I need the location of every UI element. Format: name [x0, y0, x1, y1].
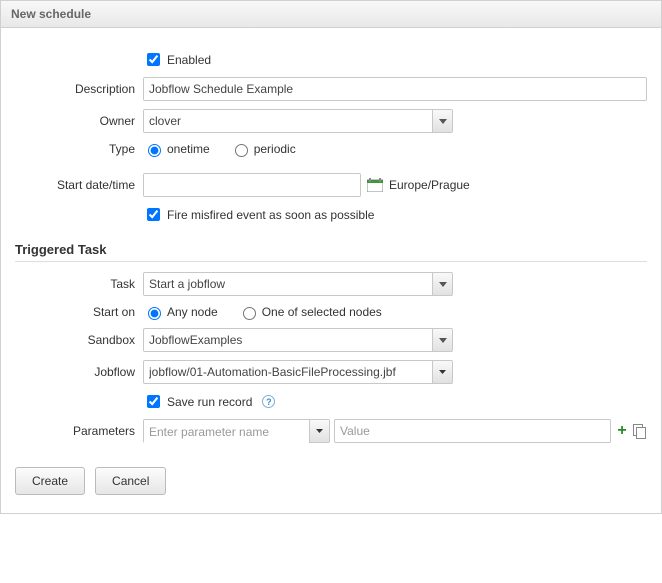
description-input[interactable] [143, 77, 647, 101]
triangle-down-icon [316, 429, 323, 433]
chevron-down-icon [439, 338, 447, 343]
chevron-down-icon [439, 119, 447, 124]
jobflow-select[interactable] [143, 360, 453, 384]
help-icon[interactable]: ? [262, 395, 275, 408]
type-periodic-radio[interactable]: periodic [230, 141, 296, 157]
owner-label: Owner [15, 114, 143, 128]
starton-any-radio[interactable]: Any node [143, 304, 218, 320]
section-divider [15, 261, 647, 262]
new-schedule-panel: New schedule Enabled Description Owner [0, 0, 662, 514]
fire-misfired-label: Fire misfired event as soon as possible [167, 208, 374, 222]
enabled-checkbox[interactable]: Enabled [143, 50, 211, 69]
param-name-dropdown-button[interactable] [309, 420, 329, 442]
starton-label: Start on [15, 305, 143, 319]
parameters-label: Parameters [15, 424, 143, 438]
create-button[interactable]: Create [15, 467, 85, 495]
panel-body: Enabled Description Owner [1, 28, 661, 513]
type-label: Type [15, 142, 143, 156]
copy-parameter-icon[interactable] [633, 424, 647, 438]
chevron-down-icon [439, 282, 447, 287]
startdate-input[interactable] [143, 173, 361, 197]
calendar-icon[interactable] [367, 178, 383, 192]
enabled-input[interactable] [147, 53, 160, 66]
add-parameter-icon[interactable]: + [615, 424, 629, 438]
param-name-select[interactable] [143, 419, 330, 443]
panel-title: New schedule [1, 1, 661, 28]
save-record-checkbox[interactable]: Save run record [143, 392, 252, 411]
startdate-label: Start date/time [15, 178, 143, 192]
timezone-text: Europe/Prague [389, 178, 470, 192]
task-label: Task [15, 277, 143, 291]
owner-dropdown-button[interactable] [432, 110, 452, 132]
sandbox-dropdown-button[interactable] [432, 329, 452, 351]
sandbox-label: Sandbox [15, 333, 143, 347]
jobflow-input[interactable] [144, 361, 432, 383]
owner-select[interactable] [143, 109, 453, 133]
task-select[interactable] [143, 272, 453, 296]
triggered-task-heading: Triggered Task [15, 242, 647, 257]
jobflow-dropdown-button[interactable] [432, 361, 452, 383]
param-name-input[interactable] [144, 420, 309, 444]
fire-misfired-checkbox[interactable]: Fire misfired event as soon as possible [143, 205, 374, 224]
task-dropdown-button[interactable] [432, 273, 452, 295]
owner-input[interactable] [144, 110, 432, 132]
type-onetime-radio[interactable]: onetime [143, 141, 210, 157]
cancel-button[interactable]: Cancel [95, 467, 166, 495]
jobflow-label: Jobflow [15, 365, 143, 379]
enabled-label: Enabled [167, 53, 211, 67]
param-value-input[interactable] [334, 419, 611, 443]
starton-selected-radio[interactable]: One of selected nodes [238, 304, 382, 320]
sandbox-input[interactable] [144, 329, 432, 351]
sandbox-select[interactable] [143, 328, 453, 352]
task-input[interactable] [144, 273, 432, 295]
triangle-down-icon [439, 370, 446, 374]
save-record-label: Save run record [167, 395, 252, 409]
description-label: Description [15, 82, 143, 96]
